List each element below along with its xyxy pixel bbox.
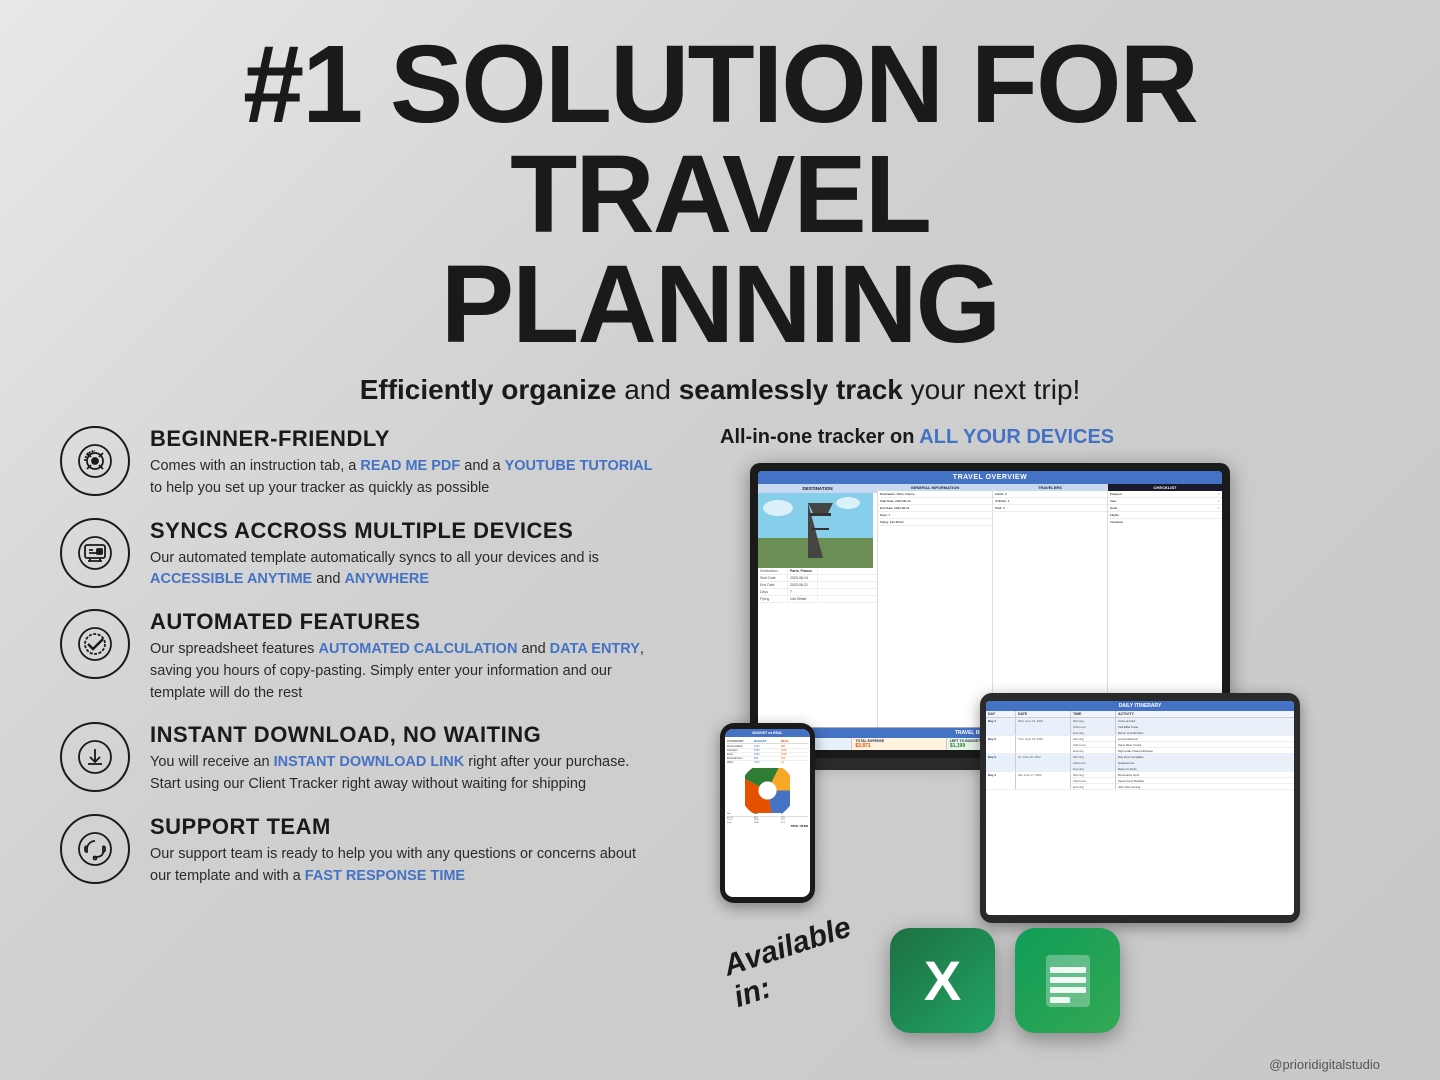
tablet-screen: DAILY ITINERARY DAY DATE TIME ACTIVITY D… bbox=[986, 701, 1294, 915]
subtitle-bold2: seamlessly track bbox=[679, 374, 903, 405]
highlight2-2: DATA ENTRY bbox=[550, 641, 640, 657]
available-in-section: Available in: X bbox=[740, 928, 1120, 1033]
feature-automated-desc: Our spreadsheet features AUTOMATED CALCU… bbox=[150, 639, 660, 704]
content-area: BEGINNER-FRIENDLY Comes with an instruct… bbox=[0, 416, 1440, 1049]
spreadsheet-body: DESTINATION bbox=[758, 484, 1222, 727]
highlight1-4: FAST RESPONSE TIME bbox=[305, 868, 465, 884]
highlight1-1: ACCESSIBLE ANYTIME bbox=[150, 571, 312, 587]
feature-automated-text: AUTOMATED FEATURES Our spreadsheet featu… bbox=[150, 609, 660, 704]
available-in-label: Available in: bbox=[720, 911, 864, 1014]
feature-syncs-devices-text: SYNCS ACCROSS MULTIPLE DEVICES Our autom… bbox=[150, 518, 660, 592]
highlight2-1: ANYWHERE bbox=[344, 571, 429, 587]
desc-pre-1: Our automated template automatically syn… bbox=[150, 550, 599, 566]
automated-icon bbox=[60, 609, 130, 679]
feature-support-title: SUPPORT TEAM bbox=[150, 814, 660, 840]
subtitle-mid: and bbox=[616, 374, 678, 405]
excel-icon: X bbox=[890, 928, 995, 1033]
desc-pre-2: Our spreadsheet features bbox=[150, 641, 318, 657]
itinerary-title: DAILY ITINERARY bbox=[986, 701, 1294, 711]
devices-title-highlight: ALL YOUR DEVICES bbox=[919, 426, 1114, 448]
feature-beginner-friendly: BEGINNER-FRIENDLY Comes with an instruct… bbox=[60, 426, 660, 500]
sheets-icon bbox=[1015, 928, 1120, 1033]
ss-right-panel: GENERAL INFORMATION Destination: Paris, … bbox=[878, 484, 1222, 727]
feature-automated: AUTOMATED FEATURES Our spreadsheet featu… bbox=[60, 609, 660, 704]
desc-pre-0: Comes with an instruction tab, a bbox=[150, 458, 360, 474]
footer: @prioridigitalstudio bbox=[0, 1049, 1440, 1080]
syncs-devices-icon bbox=[60, 518, 130, 588]
feature-support-desc: Our support team is ready to help you wi… bbox=[150, 844, 660, 888]
feature-instant-download-text: INSTANT DOWNLOAD, NO WAITING You will re… bbox=[150, 722, 660, 796]
feature-support-text: SUPPORT TEAM Our support team is ready t… bbox=[150, 814, 660, 888]
feature-beginner-friendly-text: BEGINNER-FRIENDLY Comes with an instruct… bbox=[150, 426, 660, 500]
desc-mid-0: and a bbox=[460, 458, 504, 474]
subtitle-bold1: Efficiently organize bbox=[360, 374, 617, 405]
ss-date-row: Start Date 2023-06-14 bbox=[758, 575, 877, 582]
feature-syncs-devices-title: SYNCS ACCROSS MULTIPLE DEVICES bbox=[150, 518, 660, 544]
features-column: BEGINNER-FRIENDLY Comes with an instruct… bbox=[60, 426, 660, 1039]
ss-end-row: End Date 2023-06-21 bbox=[758, 582, 877, 589]
phone-mockup: BUDGET vs REAL CATEGORY BUDGET REAL Acco… bbox=[720, 723, 815, 903]
instant-download-icon bbox=[60, 722, 130, 792]
devices-title: All-in-one tracker on ALL YOUR DEVICES bbox=[720, 426, 1114, 449]
devices-mockup: TRAVEL OVERVIEW DESTINATION bbox=[720, 463, 1300, 943]
title-line1: #1 SOLUTION FOR TRAVEL bbox=[243, 23, 1197, 256]
desc-mid-1: and bbox=[312, 571, 344, 587]
feature-automated-title: AUTOMATED FEATURES bbox=[150, 609, 660, 635]
subtitle-post: your next trip! bbox=[903, 374, 1080, 405]
desc-mid-2: and bbox=[517, 641, 549, 657]
ss-info-row: Destination Paris, France bbox=[758, 568, 877, 575]
main-title: #1 SOLUTION FOR TRAVEL PLANNING bbox=[80, 30, 1360, 360]
ss-flying-row: Flying 14h 30min bbox=[758, 596, 877, 603]
highlight1-0: READ ME PDF bbox=[360, 458, 460, 474]
desc-post-0: to help you set up your tracker as quick… bbox=[150, 480, 489, 496]
tablet-mockup: DAILY ITINERARY DAY DATE TIME ACTIVITY D… bbox=[980, 693, 1300, 923]
title-line2: PLANNING bbox=[441, 243, 999, 366]
support-icon bbox=[60, 814, 130, 884]
feature-syncs-devices-desc: Our automated template automatically syn… bbox=[150, 548, 660, 592]
highlight1-3: INSTANT DOWNLOAD LINK bbox=[274, 754, 465, 770]
highlight1-2: AUTOMATED CALCULATION bbox=[318, 641, 517, 657]
footer-handle: @prioridigitalstudio bbox=[1269, 1057, 1380, 1072]
page-wrapper: #1 SOLUTION FOR TRAVEL PLANNING Efficien… bbox=[0, 0, 1440, 1080]
feature-instant-download-desc: You will receive an INSTANT DOWNLOAD LIN… bbox=[150, 752, 660, 796]
desc-pre-3: You will receive an bbox=[150, 754, 274, 770]
feature-instant-download: INSTANT DOWNLOAD, NO WAITING You will re… bbox=[60, 722, 660, 796]
highlight2-0: YOUTUBE TUTORIAL bbox=[505, 458, 653, 474]
feature-support: SUPPORT TEAM Our support team is ready t… bbox=[60, 814, 660, 888]
paris-image bbox=[758, 493, 873, 568]
feature-instant-download-title: INSTANT DOWNLOAD, NO WAITING bbox=[150, 722, 660, 748]
ss-days-row: Days 7 bbox=[758, 589, 877, 596]
beginner-friendly-icon bbox=[60, 426, 130, 496]
subtitle: Efficiently organize and seamlessly trac… bbox=[80, 374, 1360, 406]
header: #1 SOLUTION FOR TRAVEL PLANNING Efficien… bbox=[0, 0, 1440, 416]
devices-column: All-in-one tracker on ALL YOUR DEVICES T… bbox=[700, 426, 1380, 1039]
devices-title-pre: All-in-one tracker on bbox=[720, 426, 919, 448]
spreadsheet-header: TRAVEL OVERVIEW bbox=[758, 471, 1222, 484]
ss-left-panel: DESTINATION bbox=[758, 484, 878, 727]
feature-beginner-friendly-desc: Comes with an instruction tab, a READ ME… bbox=[150, 456, 660, 500]
phone-screen: BUDGET vs REAL CATEGORY BUDGET REAL Acco… bbox=[725, 729, 810, 897]
feature-beginner-friendly-title: BEGINNER-FRIENDLY bbox=[150, 426, 660, 452]
feature-syncs-devices: SYNCS ACCROSS MULTIPLE DEVICES Our autom… bbox=[60, 518, 660, 592]
